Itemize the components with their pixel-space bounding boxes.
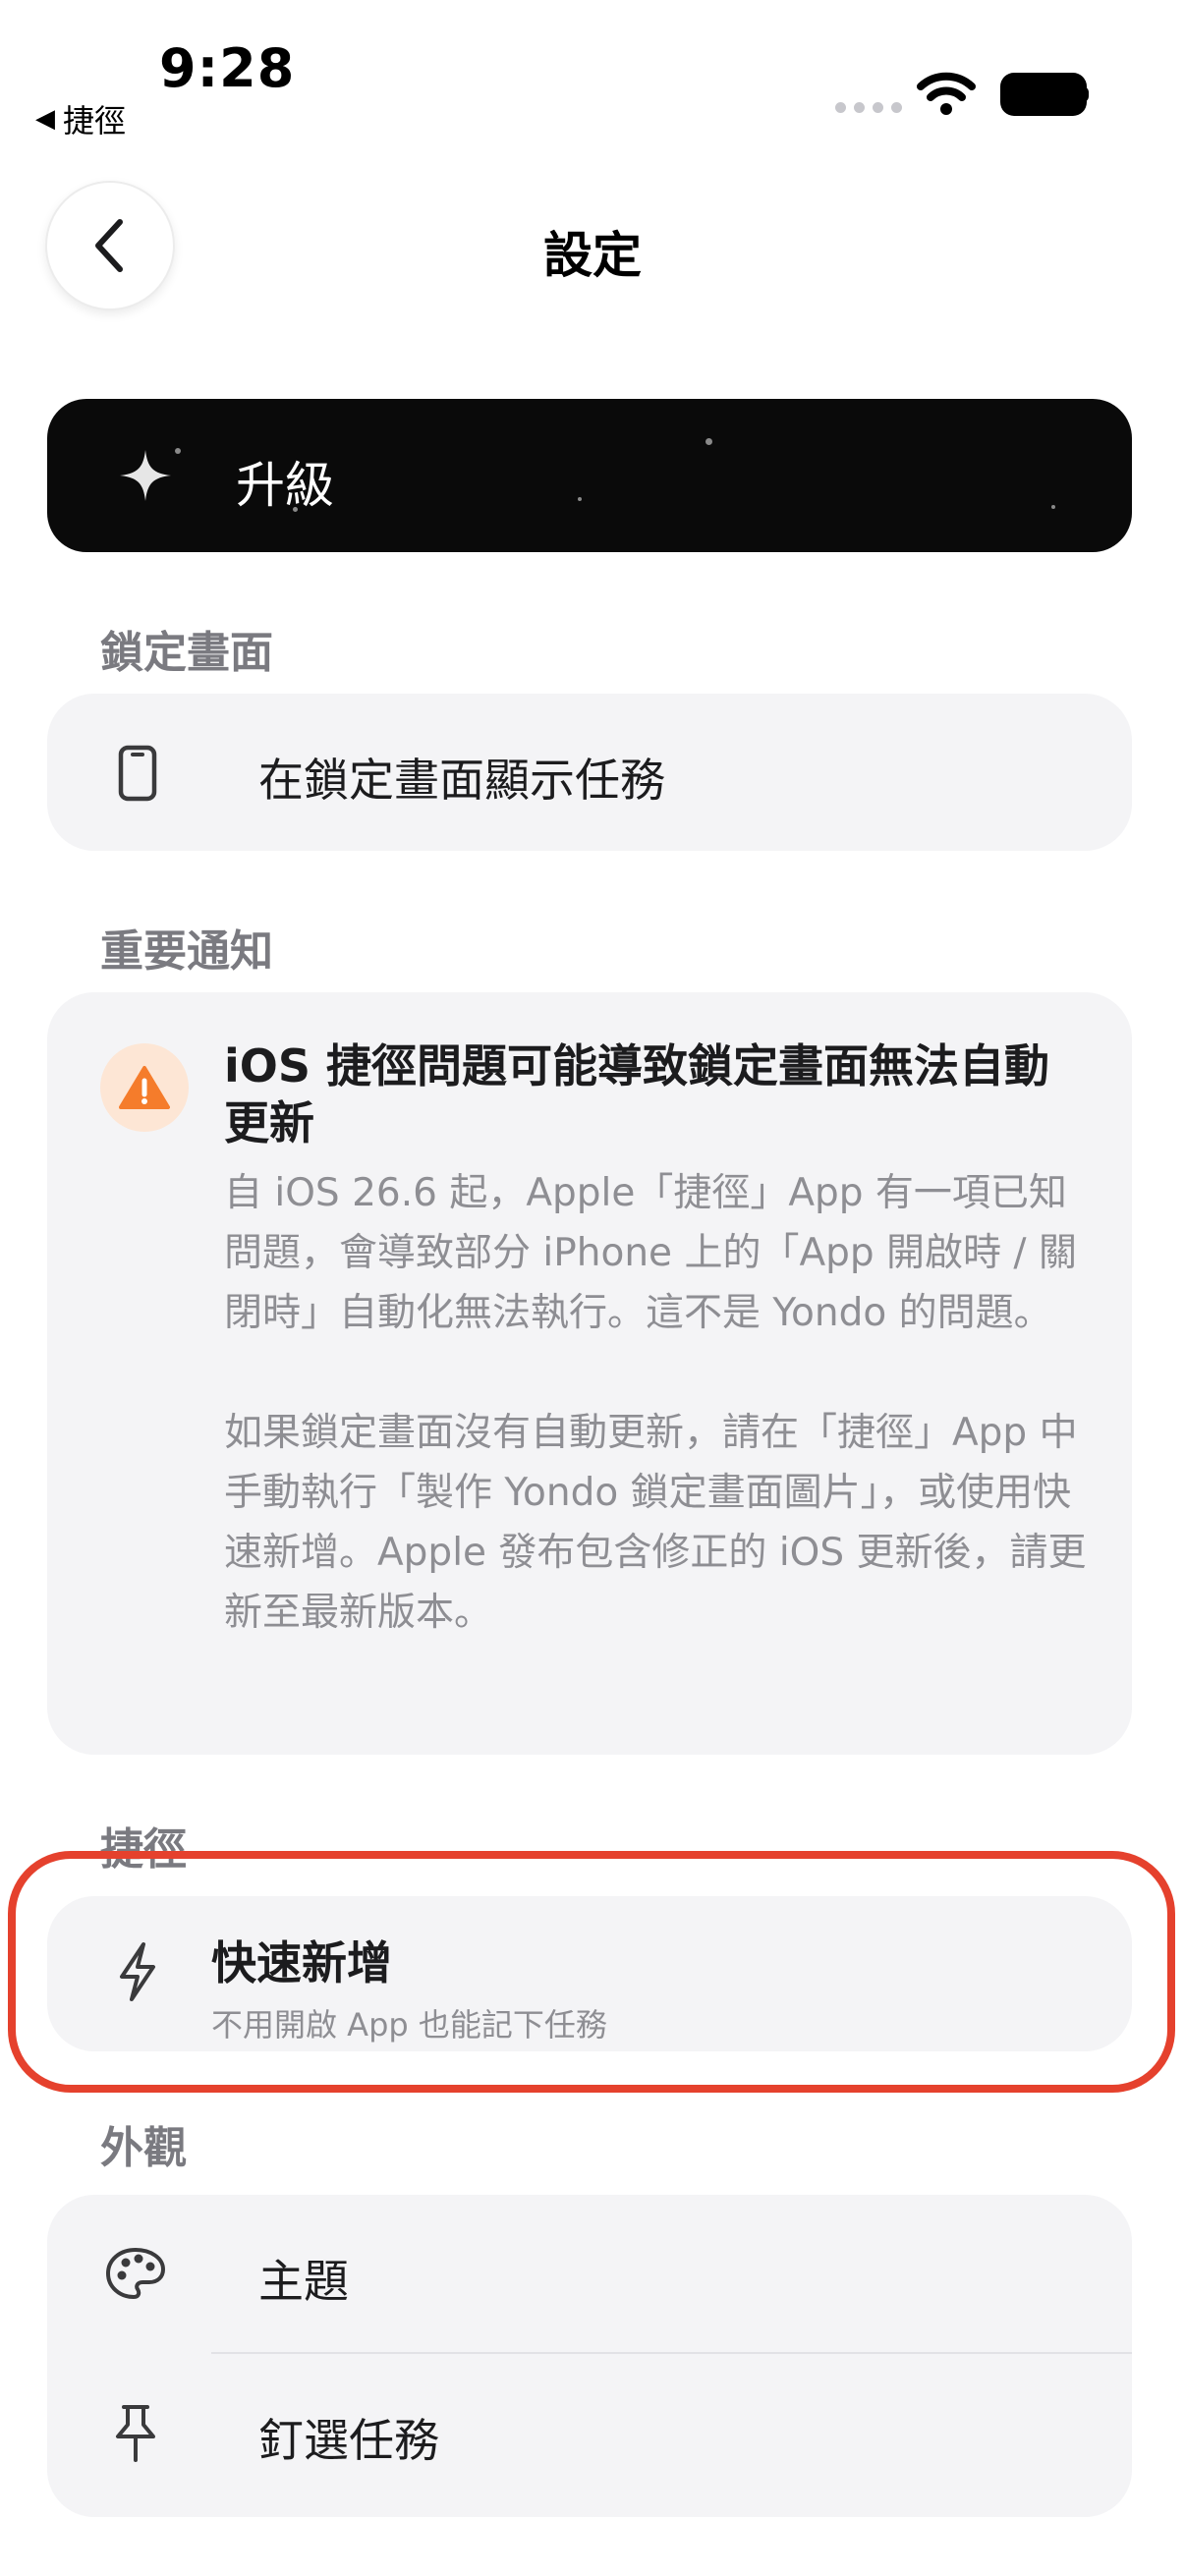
pin-icon	[116, 2405, 155, 2462]
section-header-notice: 重要通知	[100, 926, 273, 977]
status-time: 9:28	[159, 37, 296, 99]
cellular-signal-icon	[835, 102, 902, 113]
notice-body: 自 iOS 26.6 起，Apple「捷徑」App 有一項已知問題，會導致部分 …	[224, 1163, 1089, 1643]
highlight-outline	[8, 1851, 1175, 2093]
sparkle-icon	[120, 450, 171, 501]
battery-icon	[1000, 73, 1087, 116]
pin-tasks-item[interactable]: 釘選任務	[47, 2354, 1132, 2517]
back-app-label: 捷徑	[63, 102, 127, 140]
warning-icon	[119, 1066, 170, 1109]
wifi-icon	[917, 71, 976, 120]
warning-badge	[100, 1043, 189, 1132]
phone-icon	[118, 745, 157, 802]
section-header-appearance: 外觀	[100, 2123, 187, 2173]
lock-screen-show-tasks-item[interactable]: 在鎖定畫面顯示任務	[47, 694, 1132, 851]
notice-paragraph-2: 如果鎖定畫面沒有自動更新，請在「捷徑」App 中手動執行「製作 Yondo 鎖定…	[224, 1411, 1087, 1635]
appearance-card: 主題 釘選任務	[47, 2195, 1132, 2517]
section-header-lock-screen: 鎖定畫面	[100, 628, 273, 678]
notice-card: iOS 捷徑問題可能導致鎖定畫面無法自動更新 自 iOS 26.6 起，Appl…	[47, 992, 1132, 1755]
pin-tasks-label: 釘選任務	[258, 2414, 439, 2467]
notice-title: iOS 捷徑問題可能導致鎖定畫面無法自動更新	[224, 1039, 1050, 1149]
upgrade-label: 升級	[236, 457, 334, 514]
theme-label: 主題	[258, 2255, 349, 2308]
battery-tip	[1081, 86, 1089, 102]
lock-screen-item-label: 在鎖定畫面顯示任務	[258, 754, 665, 807]
back-to-app-link[interactable]: ◀ 捷徑	[35, 96, 126, 141]
palette-icon	[105, 2247, 166, 2300]
back-arrow-icon: ◀	[35, 104, 55, 134]
upgrade-button[interactable]: 升級	[47, 399, 1132, 552]
page-title: 設定	[543, 227, 642, 284]
theme-item[interactable]: 主題	[47, 2195, 1132, 2354]
notice-paragraph-1: 自 iOS 26.6 起，Apple「捷徑」App 有一項已知問題，會導致部分 …	[224, 1171, 1077, 1335]
